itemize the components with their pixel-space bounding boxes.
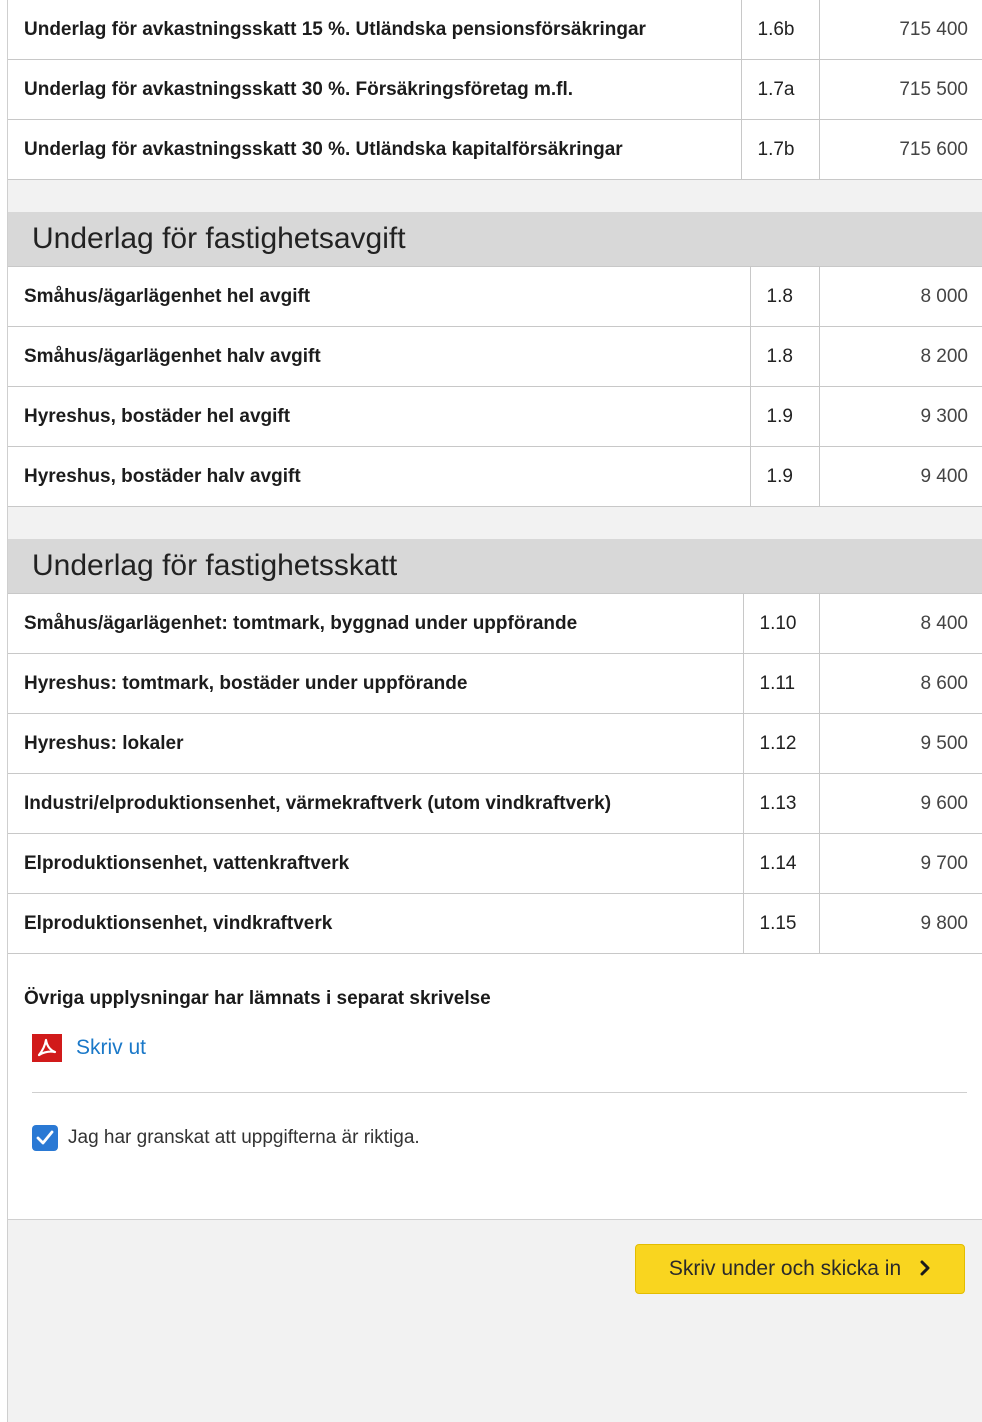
row-amount: 715 600 xyxy=(819,119,982,180)
row-label: Småhus/ägarlägenhet hel avgift xyxy=(8,267,750,327)
section-heading-fastighetsavgift: Underlag för fastighetsavgift xyxy=(8,212,982,267)
table-row: Småhus/ägarlägenhet hel avgift 1.8 8 000 xyxy=(8,267,982,327)
additional-info-note: Övriga upplysningar har lämnats i separa… xyxy=(24,988,491,1009)
checkmark-icon[interactable] xyxy=(32,1125,58,1151)
row-code: 1.15 xyxy=(742,893,820,954)
confirmation-section: Övriga upplysningar har lämnats i separa… xyxy=(8,954,982,1220)
row-code: 1.7a xyxy=(740,59,820,120)
row-amount: 9 700 xyxy=(819,833,982,894)
row-amount: 9 600 xyxy=(819,773,982,834)
row-code: 1.7b xyxy=(740,119,820,180)
print-link-label[interactable]: Skriv ut xyxy=(76,1036,146,1060)
table-row: Industri/elproduktionsenhet, värmekraftv… xyxy=(8,773,982,834)
row-code: 1.9 xyxy=(749,386,820,447)
table-row: Hyreshus, bostäder halv avgift 1.9 9 400 xyxy=(8,446,982,507)
confirm-checkbox-row[interactable]: Jag har granskat att uppgifterna är rikt… xyxy=(32,1125,420,1151)
confirm-checkbox-label[interactable]: Jag har granskat att uppgifterna är rikt… xyxy=(68,1127,420,1149)
table-row: Småhus/ägarlägenhet halv avgift 1.8 8 20… xyxy=(8,326,982,387)
chevron-right-icon xyxy=(919,1256,931,1282)
row-code: 1.12 xyxy=(742,713,820,774)
table-row: Underlag för avkastningsskatt 15 %. Utlä… xyxy=(8,0,982,60)
table-row: Underlag för avkastningsskatt 30 %. Utlä… xyxy=(8,119,982,180)
table-row: Underlag för avkastningsskatt 30 %. Förs… xyxy=(8,59,982,120)
row-code: 1.8 xyxy=(749,326,820,387)
row-label: Underlag för avkastningsskatt 30 %. Utlä… xyxy=(8,119,741,180)
table-row: Småhus/ägarlägenhet: tomtmark, byggnad u… xyxy=(8,594,982,654)
section-spacer xyxy=(8,180,982,212)
row-amount: 9 300 xyxy=(819,386,982,447)
row-label: Småhus/ägarlägenhet halv avgift xyxy=(8,326,750,387)
row-amount: 8 200 xyxy=(819,326,982,387)
row-amount: 9 500 xyxy=(819,713,982,774)
sign-and-submit-button[interactable]: Skriv under och skicka in xyxy=(635,1244,965,1294)
row-amount: 715 500 xyxy=(819,59,982,120)
row-label: Hyreshus: lokaler xyxy=(8,713,743,774)
print-link[interactable]: Skriv ut xyxy=(24,1034,164,1062)
submit-button-label: Skriv under och skicka in xyxy=(668,1257,902,1280)
row-amount: 8 400 xyxy=(819,594,982,654)
row-code: 1.14 xyxy=(742,833,820,894)
divider xyxy=(32,1092,967,1093)
row-code: 1.13 xyxy=(742,773,820,834)
row-label: Hyreshus, bostäder hel avgift xyxy=(8,386,750,447)
row-code: 1.9 xyxy=(749,446,820,507)
avkastningsskatt-table: Underlag för avkastningsskatt 15 %. Utlä… xyxy=(8,0,982,180)
row-label: Hyreshus, bostäder halv avgift xyxy=(8,446,750,507)
table-row: Elproduktionsenhet, vattenkraftverk 1.14… xyxy=(8,833,982,894)
table-row: Hyreshus: lokaler 1.12 9 500 xyxy=(8,713,982,774)
table-row: Hyreshus: tomtmark, bostäder under uppfö… xyxy=(8,653,982,714)
row-code: 1.10 xyxy=(742,594,820,654)
fastighetsavgift-table: Småhus/ägarlägenhet hel avgift 1.8 8 000… xyxy=(8,267,982,507)
row-label: Småhus/ägarlägenhet: tomtmark, byggnad u… xyxy=(8,594,743,654)
section-heading-fastighetsskatt: Underlag för fastighetsskatt xyxy=(8,539,982,594)
section-spacer xyxy=(8,507,982,539)
pdf-icon xyxy=(32,1034,62,1062)
fastighetsskatt-table: Småhus/ägarlägenhet: tomtmark, byggnad u… xyxy=(8,594,982,954)
row-label: Underlag för avkastningsskatt 15 %. Utlä… xyxy=(8,0,741,60)
row-amount: 715 400 xyxy=(819,0,982,60)
table-row: Hyreshus, bostäder hel avgift 1.9 9 300 xyxy=(8,386,982,447)
row-label: Elproduktionsenhet, vattenkraftverk xyxy=(8,833,743,894)
row-amount: 8 000 xyxy=(819,267,982,327)
submit-area: Skriv under och skicka in xyxy=(8,1220,982,1310)
row-label: Elproduktionsenhet, vindkraftverk xyxy=(8,893,743,954)
form-panel: Underlag för avkastningsskatt 15 %. Utlä… xyxy=(7,0,982,1422)
row-amount: 8 600 xyxy=(819,653,982,714)
row-code: 1.11 xyxy=(742,653,820,714)
row-amount: 9 400 xyxy=(819,446,982,507)
row-label: Industri/elproduktionsenhet, värmekraftv… xyxy=(8,773,743,834)
table-row: Elproduktionsenhet, vindkraftverk 1.15 9… xyxy=(8,893,982,954)
row-amount: 9 800 xyxy=(819,893,982,954)
row-label: Underlag för avkastningsskatt 30 %. Förs… xyxy=(8,59,741,120)
row-code: 1.6b xyxy=(740,0,820,60)
row-code: 1.8 xyxy=(749,267,820,327)
row-label: Hyreshus: tomtmark, bostäder under uppfö… xyxy=(8,653,743,714)
